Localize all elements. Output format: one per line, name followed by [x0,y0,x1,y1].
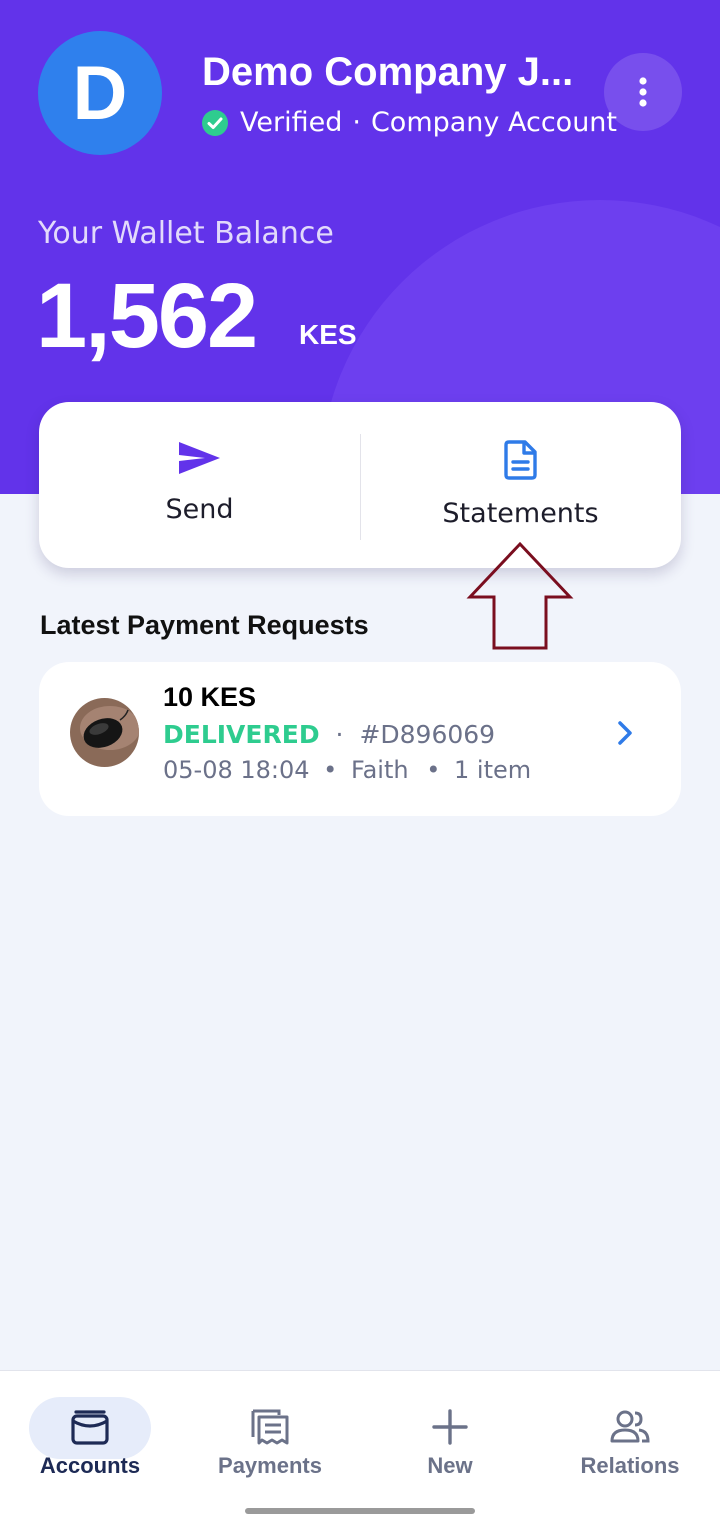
status-separator: · [335,720,344,749]
status-separator: · [352,107,361,138]
request-recipient: Faith [350,756,409,784]
company-name[interactable]: Demo Company J... [202,50,573,95]
nav-payments-label: Payments [218,1453,322,1478]
request-item-count: 1 item [454,756,532,784]
payment-request-item[interactable]: 10 KES DELIVERED · #D896069 05-08 18:04 … [39,662,681,816]
more-options-button[interactable] [604,53,682,131]
wallet-balance-label: Your Wallet Balance [38,216,334,251]
send-button[interactable]: Send [39,402,360,568]
status-badge: DELIVERED [163,720,320,749]
verified-label: Verified [240,107,343,138]
product-photo-mouse [70,698,139,767]
people-icon [610,1410,650,1443]
nav-new-label: New [427,1453,473,1478]
annotation-arrow-icon [466,541,574,650]
nav-relations-label: Relations [580,1453,680,1478]
account-type-label: Company Account [370,107,617,138]
verified-check-icon [202,109,228,136]
verification-status: Verified · Company Account [202,107,617,138]
nav-payments[interactable]: Payments [180,1371,360,1491]
document-icon [503,440,537,480]
send-label: Send [165,494,234,525]
quick-actions-card: Send Statements [39,402,681,568]
company-avatar[interactable]: D [38,31,162,155]
request-amount: 10 KES [163,682,257,712]
nav-relations[interactable]: Relations [540,1371,720,1491]
request-meta: 05-08 18:04 • Faith • 1 item [163,756,531,784]
nav-new[interactable]: New [360,1371,540,1491]
order-id: #D896069 [359,720,496,749]
wallet-balance-amount: 1,562 [36,265,258,367]
statements-label: Statements [442,498,599,529]
nav-accounts[interactable]: Accounts [0,1371,180,1491]
more-vertical-icon [639,77,647,107]
plus-icon [432,1409,468,1445]
home-indicator[interactable] [245,1508,475,1514]
payment-requests-title: Latest Payment Requests [40,610,369,640]
nav-accounts-label: Accounts [39,1453,141,1478]
item-thumbnail [70,698,139,767]
wallet-icon [71,1410,109,1445]
meta-bullet: • [426,756,441,784]
request-datetime: 05-08 18:04 [163,756,310,784]
meta-bullet: • [323,756,338,784]
receipt-icon [251,1409,289,1445]
send-icon [178,442,220,474]
wallet-balance-currency: KES [299,319,357,350]
bottom-navigation: Accounts Payments New Relations [0,1370,720,1528]
request-status-row: DELIVERED · #D896069 [163,720,495,749]
chevron-right-icon[interactable] [616,720,634,746]
